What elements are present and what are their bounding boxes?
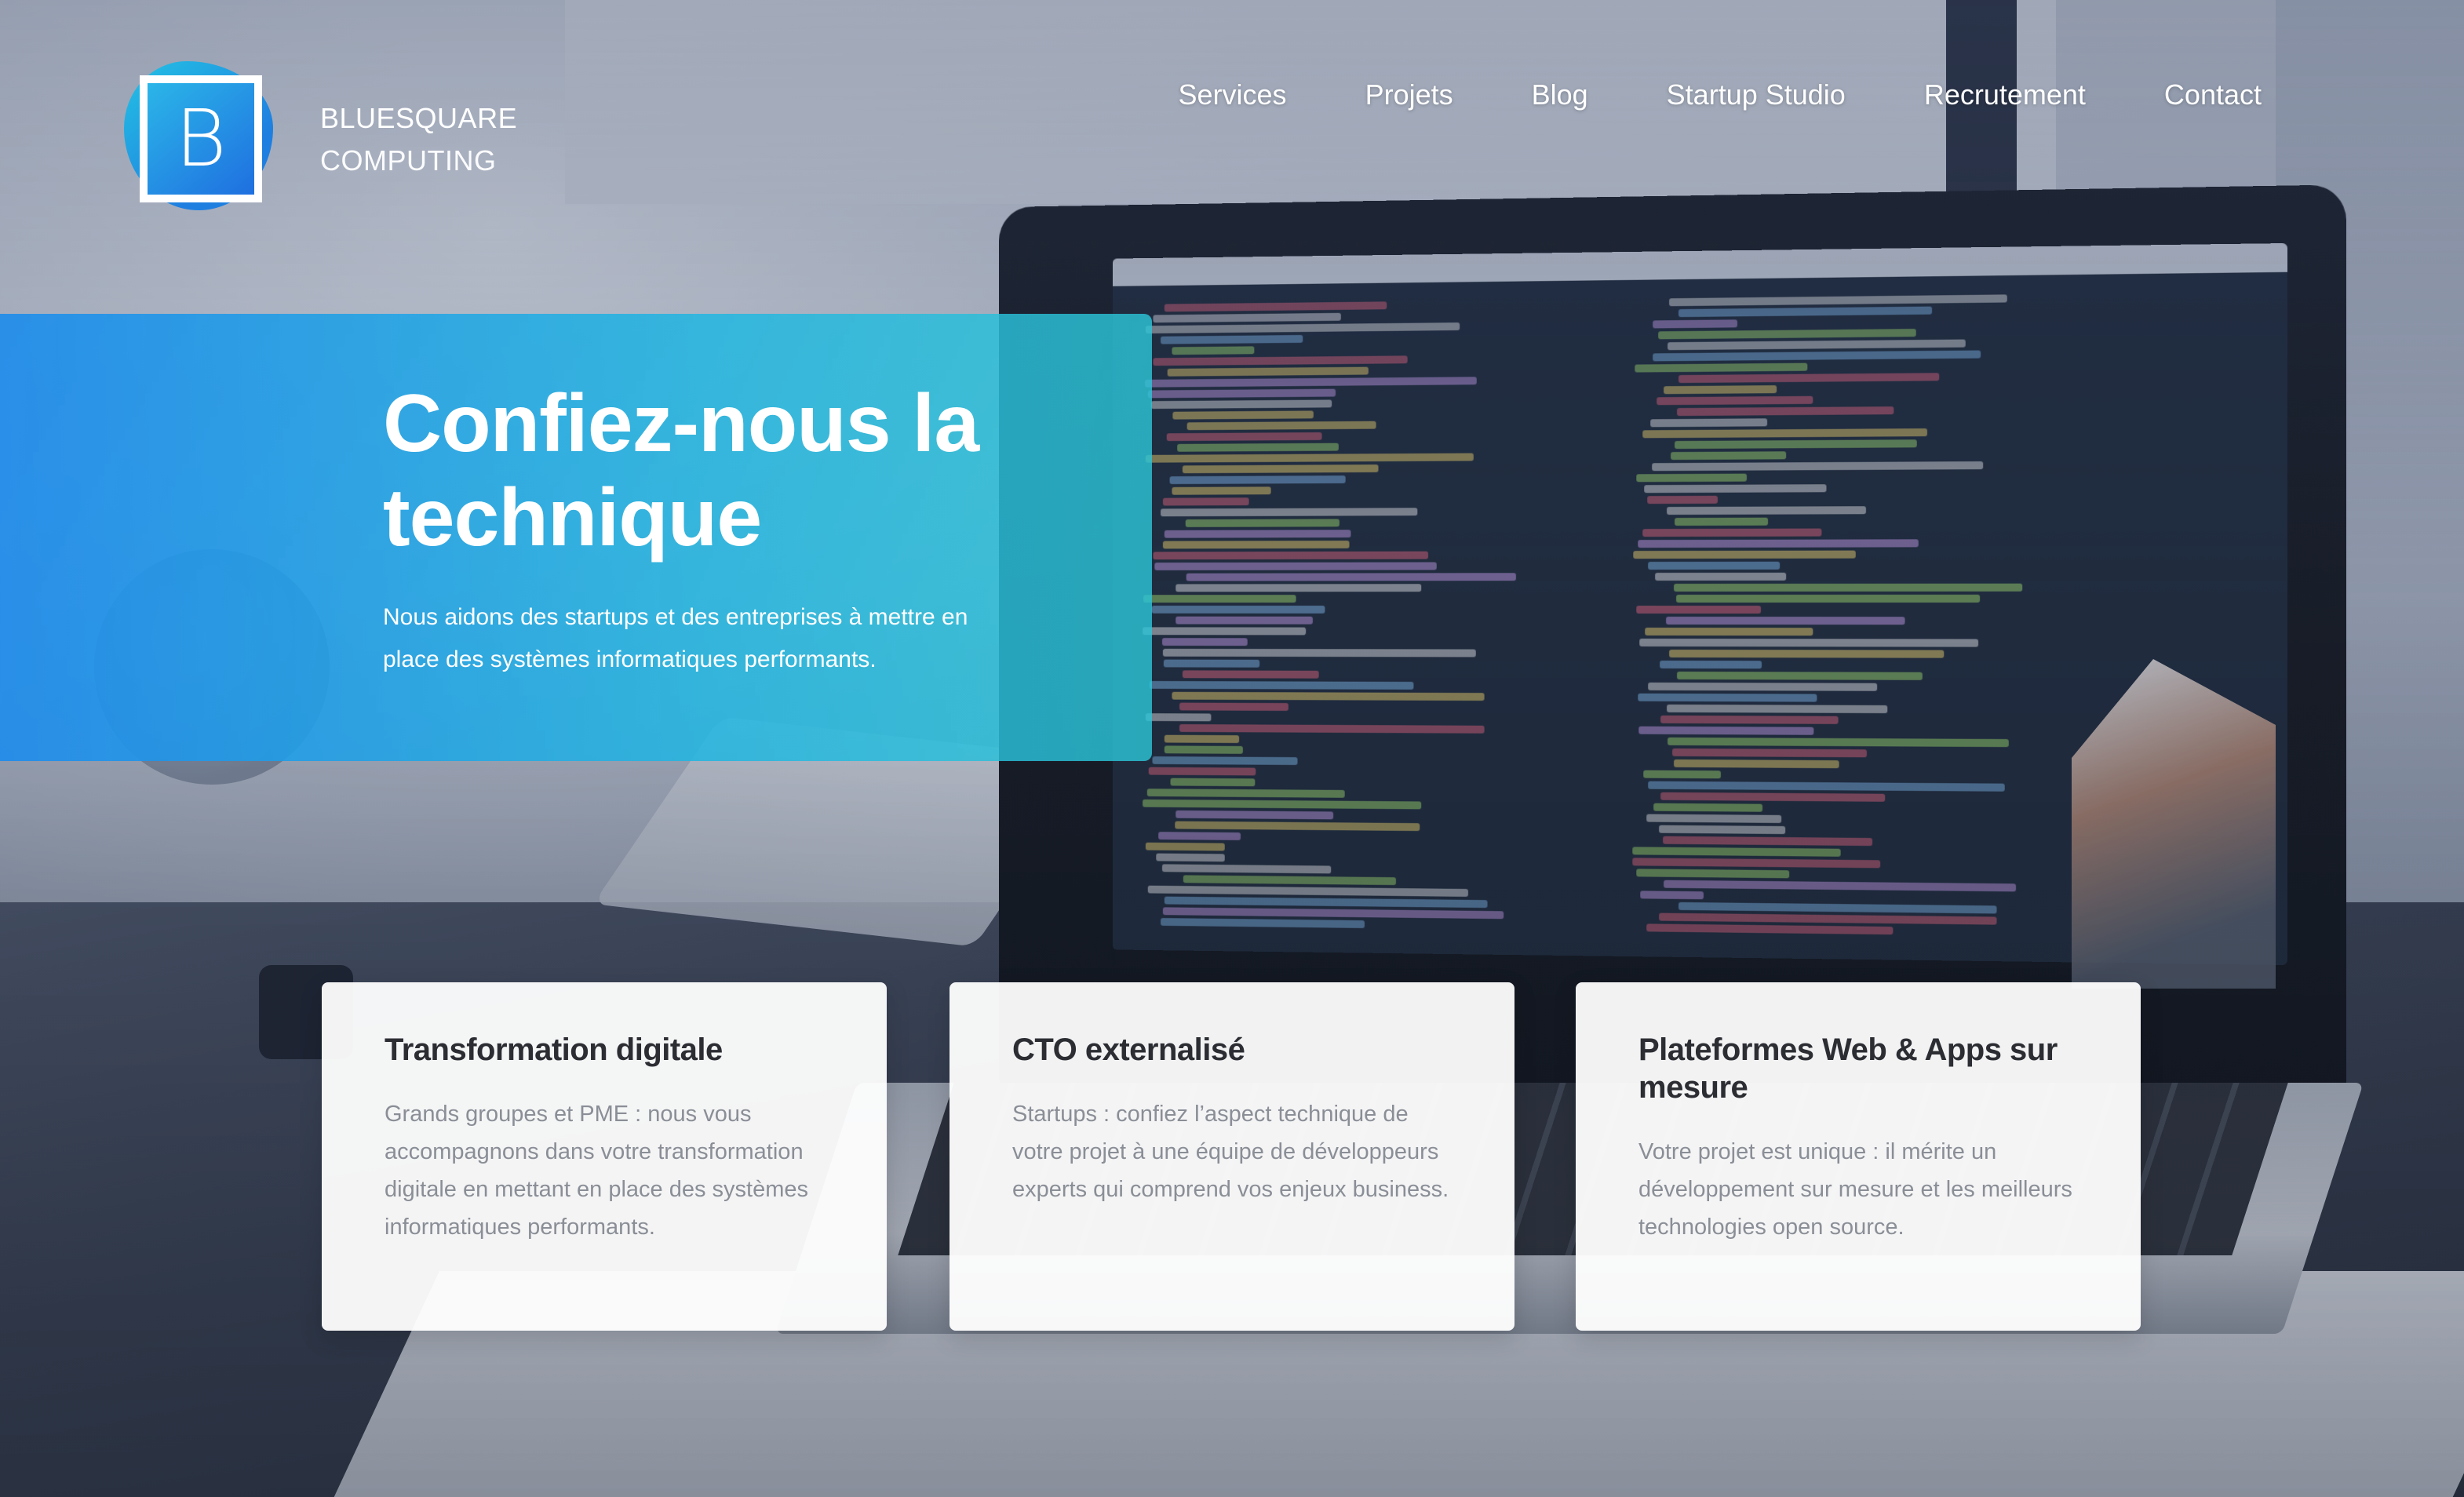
- nav-contact[interactable]: Contact: [2164, 78, 2262, 111]
- card-text: Startups : confiez l’aspect technique de…: [1012, 1102, 1449, 1202]
- hero-subtitle: Nous aidons des startups et des entrepri…: [383, 604, 968, 672]
- logo-line-1: BLUESQUARE: [320, 102, 518, 134]
- service-card-transformation[interactable]: Transformation digitale Grands groupes e…: [322, 982, 887, 1331]
- card-title: CTO externalisé: [1012, 1033, 1245, 1067]
- main-nav: Services Projets Blog Startup Studio Rec…: [1179, 78, 2262, 111]
- service-card-plateformes[interactable]: Plateformes Web & Apps sur mesure Votre …: [1576, 982, 2141, 1331]
- page: B BLUESQUARE COMPUTING Services Projets …: [0, 0, 2464, 1497]
- logo-icon: B: [124, 61, 273, 218]
- logo-text: BLUESQUARE COMPUTING: [320, 97, 517, 182]
- logo-square: B: [140, 75, 262, 202]
- nav-startup-studio[interactable]: Startup Studio: [1667, 78, 1846, 111]
- hero-banner: Confiez-nous la technique Nous aidons de…: [0, 314, 1152, 761]
- logo-line-2: COMPUTING: [320, 144, 497, 177]
- logo-letter: B: [175, 93, 227, 184]
- card-text: Grands groupes et PME : nous vous accomp…: [385, 1102, 809, 1240]
- hero-title: Confiez-nous la technique: [383, 378, 979, 563]
- logo[interactable]: B BLUESQUARE COMPUTING: [124, 61, 517, 218]
- nav-recrutement[interactable]: Recrutement: [1924, 78, 2086, 111]
- card-text: Votre projet est unique : il mérite un d…: [1638, 1139, 2072, 1240]
- nav-blog[interactable]: Blog: [1532, 78, 1588, 111]
- card-title: Transformation digitale: [385, 1033, 723, 1067]
- card-title: Plateformes Web & Apps sur mesure: [1638, 1033, 2058, 1105]
- service-card-cto[interactable]: CTO externalisé Startups : confiez l’asp…: [950, 982, 1514, 1331]
- nav-projets[interactable]: Projets: [1365, 78, 1453, 111]
- nav-services[interactable]: Services: [1179, 78, 1287, 111]
